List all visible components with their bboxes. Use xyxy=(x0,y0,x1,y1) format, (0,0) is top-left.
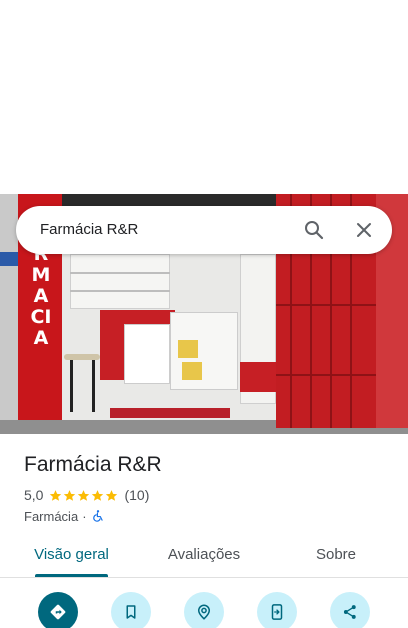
photo-sign-text: RMACIA xyxy=(30,244,52,349)
send-to-phone-button[interactable] xyxy=(257,592,297,628)
category-row: Farmácia · xyxy=(24,507,105,525)
search-input[interactable]: Farmácia R&R xyxy=(40,220,138,240)
directions-icon xyxy=(50,604,66,620)
tab-about-label: Sobre xyxy=(315,546,357,563)
search-icon[interactable] xyxy=(302,218,326,242)
star-icon xyxy=(64,489,76,501)
place-category: Farmácia xyxy=(24,508,79,524)
photo-door-rail xyxy=(276,374,376,376)
tab-reviews-label: Avaliações xyxy=(167,546,241,563)
place-title: Farmácia R&R xyxy=(24,453,162,476)
photo-table-leg xyxy=(92,360,95,412)
directions-button[interactable] xyxy=(38,592,78,628)
photo-white-counter xyxy=(124,324,170,384)
rating-value: 5,0 xyxy=(24,487,44,503)
rating-stars xyxy=(49,489,119,502)
tab-active-indicator xyxy=(35,574,108,577)
close-icon[interactable] xyxy=(352,218,376,242)
photo-right-red-cabinet xyxy=(240,362,276,392)
category-separator: · xyxy=(82,508,87,524)
tab-about[interactable]: Sobre xyxy=(300,534,372,578)
bookmark-icon xyxy=(126,605,136,619)
photo-sign-letters: RMACIA xyxy=(30,243,52,349)
tab-overview[interactable]: Visão geral xyxy=(24,534,119,578)
photo-shelf-line xyxy=(70,290,170,292)
map-blank-area xyxy=(0,0,408,194)
photo-product-box xyxy=(178,340,198,358)
save-button[interactable] xyxy=(111,592,151,628)
share-button[interactable] xyxy=(330,592,370,628)
star-icon xyxy=(92,489,104,501)
rating-row[interactable]: 5,0 (10) xyxy=(24,486,149,504)
nearby-button[interactable] xyxy=(184,592,224,628)
photo-table-leg xyxy=(70,360,73,412)
nearby-icon xyxy=(197,604,211,620)
tab-overview-label: Visão geral xyxy=(34,546,109,563)
photo-shelf xyxy=(70,254,170,309)
star-icon xyxy=(50,489,62,501)
wheelchair-icon xyxy=(91,509,105,523)
star-icon xyxy=(78,489,90,501)
star-icon xyxy=(106,489,118,501)
search-bar[interactable]: Farmácia R&R xyxy=(16,206,392,254)
photo-shelf-line xyxy=(70,272,170,274)
photo-blue-sign xyxy=(0,252,18,266)
photo-door-rail xyxy=(276,304,376,306)
place-tabs: Visão geral Avaliações Sobre xyxy=(0,534,408,578)
review-count: (10) xyxy=(124,487,150,503)
send-to-phone-icon xyxy=(271,604,283,620)
photo-product-box xyxy=(182,362,202,380)
photo-rug xyxy=(110,408,230,418)
share-icon xyxy=(343,605,356,619)
tab-reviews[interactable]: Avaliações xyxy=(154,534,254,578)
